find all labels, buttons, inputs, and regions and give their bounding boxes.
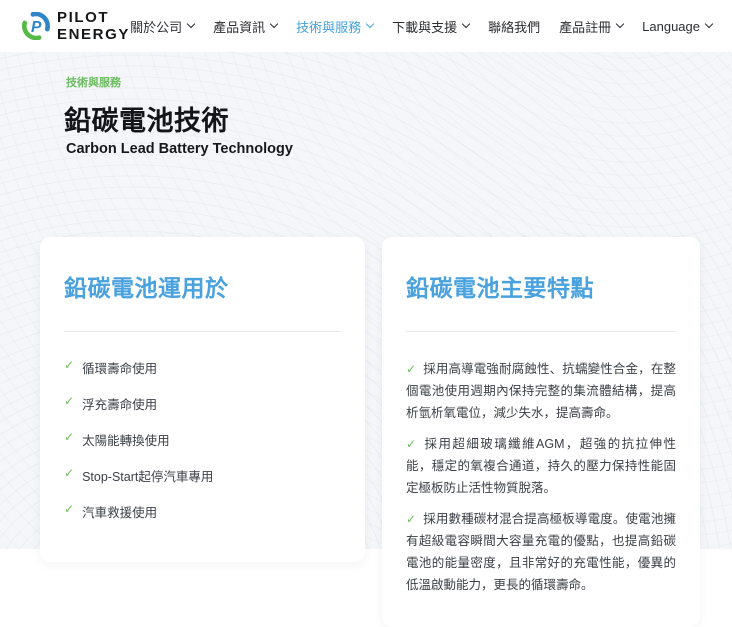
chevron-down-icon	[462, 20, 470, 28]
page-title: 鉛碳電池技術	[64, 99, 732, 138]
nav-item-downloads-support[interactable]: 下載與支援	[392, 17, 469, 36]
check-icon: ✓	[406, 512, 416, 526]
list-item-label: 循環壽命使用	[82, 358, 157, 377]
check-icon: ✓	[64, 466, 74, 482]
site-header: P PILOT ENERGY 關於公司 產品資訊 技術與服務 下載與支援 聯絡我…	[0, 0, 732, 52]
check-icon: ✓	[406, 362, 416, 376]
list-item-label: Stop-Start起停汽車專用	[82, 466, 213, 485]
list-item: ✓ 汽車救援使用	[64, 502, 341, 521]
feature-text: 採用高導電強耐腐蝕性、抗蠕變性合金，在整個電池使用週期內保持完整的集流體結構，提…	[406, 362, 676, 420]
nav-label: Language	[642, 19, 700, 34]
chevron-down-icon	[270, 20, 278, 28]
nav-item-products[interactable]: 產品資訊	[213, 17, 277, 36]
nav-label: 下載與支援	[392, 17, 457, 36]
features-list: ✓採用高導電強耐腐蝕性、抗蠕變性合金，在整個電池使用週期內保持完整的集流體結構，…	[406, 358, 676, 617]
nav-item-language[interactable]: Language	[642, 19, 712, 34]
cards-row: 鉛碳電池運用於 ✓ 循環壽命使用 ✓ 浮充壽命使用 ✓ 太陽能轉換使用 ✓ St…	[40, 237, 700, 627]
page-subtitle: Carbon Lead Battery Technology	[66, 141, 732, 157]
check-icon: ✓	[64, 502, 74, 518]
logo[interactable]: P PILOT ENERGY	[22, 9, 130, 43]
nav-label: 技術與服務	[296, 17, 361, 36]
card-features-title: 鉛碳電池主要特點	[406, 269, 676, 303]
list-item-label: 汽車救援使用	[82, 502, 157, 521]
nav-label: 產品註冊	[559, 17, 611, 36]
card-features: 鉛碳電池主要特點 ✓採用高導電強耐腐蝕性、抗蠕變性合金，在整個電池使用週期內保持…	[382, 237, 700, 627]
check-icon: ✓	[406, 437, 418, 451]
feature-paragraph: ✓採用數種碳材混合提高極板導電度。使電池擁有超級電容瞬間大容量充電的優點，也提高…	[406, 508, 676, 596]
main-nav: 關於公司 產品資訊 技術與服務 下載與支援 聯絡我們 產品註冊 Language	[130, 17, 712, 36]
brand-name: PILOT ENERGY	[57, 9, 130, 43]
nav-label: 關於公司	[130, 17, 182, 36]
list-item-label: 浮充壽命使用	[82, 394, 157, 413]
list-item: ✓ 太陽能轉換使用	[64, 430, 341, 449]
divider	[406, 331, 676, 332]
check-icon: ✓	[64, 358, 74, 374]
feature-paragraph: ✓採用高導電強耐腐蝕性、抗蠕變性合金，在整個電池使用週期內保持完整的集流體結構，…	[406, 358, 676, 424]
nav-label: 產品資訊	[213, 17, 265, 36]
feature-paragraph: ✓採用超細玻璃纖維AGM，超強的抗拉伸性能，穩定的氧複合通道，持久的壓力保持性能…	[406, 433, 676, 499]
nav-item-product-registration[interactable]: 產品註冊	[559, 17, 623, 36]
check-icon: ✓	[64, 394, 74, 410]
list-item: ✓ 浮充壽命使用	[64, 394, 341, 413]
divider	[64, 331, 341, 332]
chevron-down-icon	[366, 20, 374, 28]
list-item: ✓ 循環壽命使用	[64, 358, 341, 377]
nav-item-about[interactable]: 關於公司	[130, 17, 194, 36]
main-content: 技術與服務 鉛碳電池技術 Carbon Lead Battery Technol…	[0, 52, 732, 549]
chevron-down-icon	[616, 20, 624, 28]
check-icon: ✓	[64, 430, 74, 446]
pilot-energy-logo-icon: P	[22, 12, 50, 40]
logo-letter: P	[31, 19, 42, 36]
chevron-down-icon	[187, 20, 195, 28]
applications-list: ✓ 循環壽命使用 ✓ 浮充壽命使用 ✓ 太陽能轉換使用 ✓ Stop-Start…	[64, 358, 341, 552]
nav-label: 聯絡我們	[488, 17, 540, 36]
card-applications: 鉛碳電池運用於 ✓ 循環壽命使用 ✓ 浮充壽命使用 ✓ 太陽能轉換使用 ✓ St…	[40, 237, 365, 562]
card-applications-title: 鉛碳電池運用於	[64, 269, 341, 303]
nav-item-contact[interactable]: 聯絡我們	[488, 17, 540, 36]
list-item-label: 太陽能轉換使用	[82, 430, 170, 449]
breadcrumb: 技術與服務	[66, 74, 732, 90]
feature-text: 採用超細玻璃纖維AGM，超強的抗拉伸性能，穩定的氧複合通道，持久的壓力保持性能固…	[406, 437, 676, 495]
feature-text: 採用數種碳材混合提高極板導電度。使電池擁有超級電容瞬間大容量充電的優點，也提高鉛…	[406, 512, 676, 592]
chevron-down-icon	[705, 20, 713, 28]
list-item: ✓ Stop-Start起停汽車專用	[64, 466, 341, 485]
nav-item-technology-services[interactable]: 技術與服務	[296, 17, 373, 36]
